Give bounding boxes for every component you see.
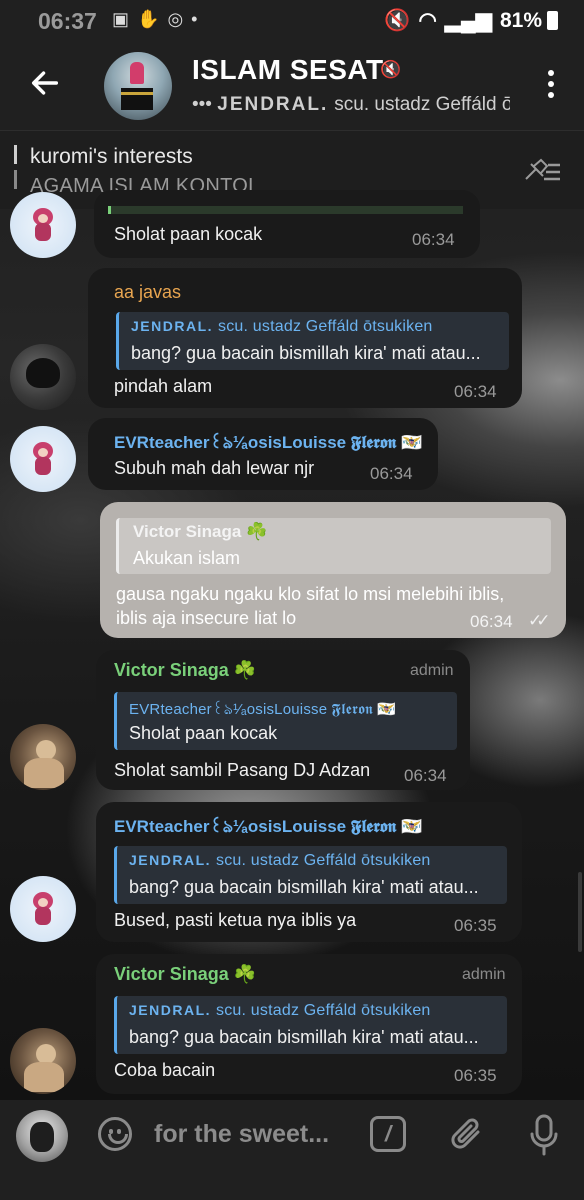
notification-icons: ▣✋◎• bbox=[112, 9, 205, 30]
message-text: Subuh mah dah lewar njr bbox=[114, 458, 315, 478]
reply-quote[interactable]: JENDRAL. scu. ustadz Geffáld ōtsukiken ba… bbox=[114, 846, 507, 904]
message-bubble[interactable]: Victor Sinaga ☘️ admin JENDRAL. scu. usta… bbox=[96, 954, 522, 1094]
reply-text: Sholat paan kocak bbox=[129, 723, 278, 743]
battery-icon bbox=[547, 11, 558, 30]
system-nav-bar bbox=[0, 1172, 584, 1200]
avatar[interactable] bbox=[10, 426, 76, 492]
message-bubble[interactable]: aa javas JENDRAL. scu. ustadz Geffáld ōts… bbox=[88, 268, 522, 408]
avatar[interactable] bbox=[10, 192, 76, 258]
battery-percent: 81% bbox=[499, 9, 542, 32]
message-input-bar: for the sweet... / bbox=[0, 1100, 584, 1172]
message-text-line2: iblis aja insecure liat lo bbox=[116, 608, 297, 628]
subtitle-caps: JENDRAL. bbox=[217, 94, 329, 115]
reply-sender: JENDRAL. scu. ustadz Geffáld ōtsukiken bbox=[129, 852, 431, 869]
reply-quote[interactable]: Victor Sinaga ☘️ Akukan islam bbox=[116, 518, 551, 574]
signal-icon: ▂▄▆ bbox=[444, 9, 492, 32]
message-bubble-outgoing[interactable]: Victor Sinaga ☘️ Akukan islam gausa ngak… bbox=[100, 502, 566, 638]
message-text: Sholat sambil Pasang DJ Adzan bbox=[114, 760, 371, 780]
status-time: 06:37 bbox=[38, 8, 97, 34]
emoji-icon[interactable] bbox=[98, 1117, 132, 1151]
reply-sender: Victor Sinaga ☘️ bbox=[133, 522, 268, 541]
send-as-avatar[interactable] bbox=[16, 1110, 68, 1162]
attach-icon[interactable] bbox=[448, 1114, 486, 1154]
sender-name: Victor Sinaga ☘️ bbox=[114, 660, 257, 680]
message-time: 06:34 bbox=[454, 382, 497, 401]
group-avatar[interactable] bbox=[104, 52, 172, 120]
sender-name: Victor Sinaga ☘️ bbox=[114, 964, 257, 984]
sender-name: EVRteacher꒰ঌ¹⁄ₐosisLouisse 𝕱𝖑𝖊𝖗𝖔𝖓 🇻🇮 bbox=[114, 817, 423, 836]
admin-badge: admin bbox=[462, 966, 506, 983]
typing-dots: ••• bbox=[192, 94, 212, 115]
message-time: 06:34 bbox=[404, 766, 447, 785]
avatar[interactable] bbox=[10, 724, 76, 790]
admin-badge: admin bbox=[410, 662, 454, 679]
reply-text: Akukan islam bbox=[133, 548, 241, 568]
pinned-title: kuromi's interests bbox=[30, 145, 193, 168]
message-input[interactable]: for the sweet... bbox=[154, 1120, 329, 1149]
avatar[interactable] bbox=[10, 876, 76, 942]
reply-text: bang? gua bacain bismillah kira' mati at… bbox=[129, 877, 479, 897]
message-bubble[interactable]: Victor Sinaga ☘️ admin EVRteacher꒰ঌ¹⁄ₐos… bbox=[96, 650, 470, 790]
chat-scrollbar[interactable] bbox=[578, 872, 582, 952]
chat-title[interactable]: ISLAM SESAT bbox=[192, 54, 384, 86]
message-bubble[interactable]: Sholat paan kocak 06:34 bbox=[94, 190, 480, 258]
message-time: 06:35 bbox=[454, 916, 497, 935]
image-icon: ▣ bbox=[112, 9, 138, 29]
reply-sender: JENDRAL. scu. ustadz Geffáld ōtsukiken bbox=[129, 1002, 431, 1019]
message-text-line1: gausa ngaku ngaku klo sifat lo msi meleb… bbox=[116, 584, 505, 604]
wifi-icon: ◠ bbox=[418, 9, 437, 32]
sender-name: EVRteacher꒰ঌ¹⁄ₐosisLouisse 𝕱𝖑𝖊𝖗𝖔𝖓 🇻🇮 bbox=[114, 433, 423, 452]
dot-icon: • bbox=[191, 9, 206, 29]
message-time: 06:35 bbox=[454, 1066, 497, 1085]
message-text: Coba bacain bbox=[114, 1060, 216, 1080]
read-check-icon: ✓✓ bbox=[528, 611, 550, 630]
message-text: pindah alam bbox=[114, 376, 213, 396]
reply-sender: EVRteacher꒰ঌ¹⁄ₐosisLouisse 𝕱𝖑𝖊𝖗𝖔𝖓 🇻🇮 bbox=[129, 701, 397, 718]
message-time: 06:34 bbox=[470, 612, 513, 631]
subtitle-name: scu. ustadz Geffáld ōtsukiken bbox=[334, 94, 510, 115]
reply-text: bang? gua bacain bismillah kira' mati at… bbox=[129, 1027, 479, 1047]
microphone-icon[interactable] bbox=[530, 1114, 558, 1156]
message-bubble[interactable]: EVRteacher꒰ঌ¹⁄ₐosisLouisse 𝕱𝖑𝖊𝖗𝖔𝖓 🇻🇮 JEN… bbox=[96, 802, 522, 942]
avatar[interactable] bbox=[10, 344, 76, 410]
message-time: 06:34 bbox=[370, 464, 413, 483]
muted-icon: 🔇 bbox=[380, 60, 402, 79]
mute-status-icon: 🔇 bbox=[384, 9, 411, 32]
pinned-indicator bbox=[14, 145, 17, 195]
status-bar: 06:37 ▣✋◎• 🔇 ◠ ▂▄▆ 81% bbox=[0, 0, 584, 40]
sender-name: aa javas bbox=[114, 282, 182, 302]
chat-header: ISLAM SESAT 🔇 ••• JENDRAL. scu. ustadz Ge… bbox=[0, 40, 584, 130]
system-icons: 🔇 ◠ ▂▄▆ 81% bbox=[376, 8, 542, 33]
back-arrow-icon[interactable] bbox=[28, 66, 62, 100]
bot-command-icon[interactable]: / bbox=[370, 1116, 406, 1152]
reply-quote[interactable]: JENDRAL. scu. ustadz Geffáld ōtsukiken ba… bbox=[116, 312, 509, 370]
more-menu-icon[interactable] bbox=[548, 70, 556, 103]
instagram-icon: ◎ bbox=[167, 9, 192, 29]
avatar[interactable] bbox=[10, 1028, 76, 1094]
message-text: Bused, pasti ketua nya iblis ya bbox=[114, 910, 357, 930]
reply-quote[interactable]: JENDRAL. scu. ustadz Geffáld ōtsukiken ba… bbox=[114, 996, 507, 1054]
reply-quote[interactable]: EVRteacher꒰ঌ¹⁄ₐosisLouisse 𝕱𝖑𝖊𝖗𝖔𝖓 🇻🇮 Sho… bbox=[114, 692, 457, 750]
pinned-list-icon[interactable] bbox=[522, 157, 562, 185]
message-text: Sholat paan kocak bbox=[114, 224, 263, 244]
message-time: 06:34 bbox=[412, 230, 455, 249]
message-bubble[interactable]: EVRteacher꒰ঌ¹⁄ₐosisLouisse 𝕱𝖑𝖊𝖗𝖔𝖓 🇻🇮 Sub… bbox=[88, 418, 438, 490]
reply-text: bang? gua bacain bismillah kira' mati at… bbox=[131, 343, 481, 363]
reply-sender: JENDRAL. scu. ustadz Geffáld ōtsukiken bbox=[131, 318, 433, 335]
chat-subtitle: ••• JENDRAL.scu. ustadz Geffáld ōtsukike… bbox=[192, 94, 510, 116]
hand-icon: ✋ bbox=[137, 9, 168, 29]
reply-preview-cut bbox=[108, 206, 463, 214]
